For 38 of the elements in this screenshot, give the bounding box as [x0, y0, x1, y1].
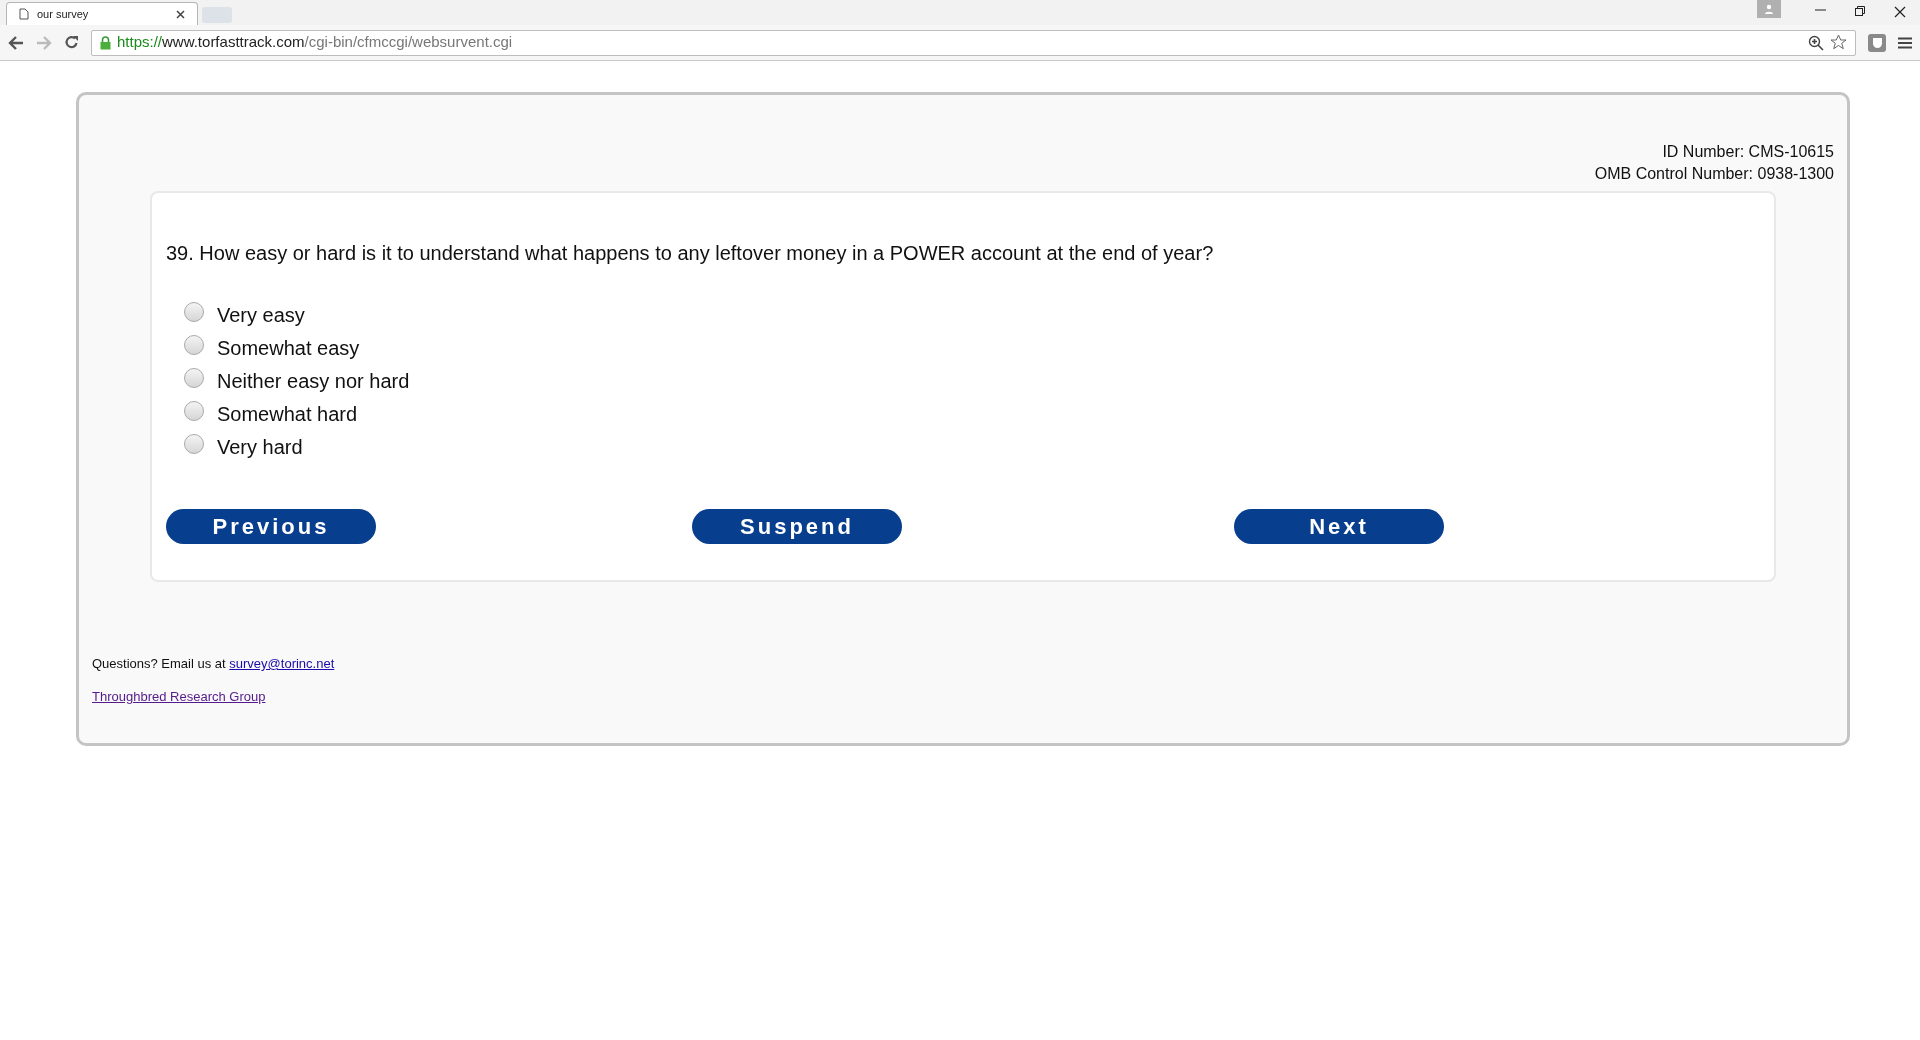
- option-label[interactable]: Very easy: [217, 299, 305, 330]
- option-label[interactable]: Somewhat easy: [217, 332, 360, 363]
- option-label[interactable]: Very hard: [217, 431, 303, 462]
- nav-button[interactable]: Previous: [166, 509, 376, 544]
- question-text: 39. How easy or hard is it to understand what happens to any leftover money in a POWER account at the end of year?: [166, 241, 1215, 266]
- minimize-icon[interactable]: [1815, 8, 1827, 12]
- close-icon[interactable]: [176, 9, 185, 19]
- address-bar[interactable]: https://www.torfasttrack.com/cgi-bin/cfmccgi/websurvent.cgi: [91, 29, 1856, 56]
- contact-text: Questions? Email us at survey@torinc.net: [92, 655, 336, 673]
- form-id-text: ID Number: CMS-10615: [1662, 142, 1834, 162]
- organization-link[interactable]: Throughbred Research Group: [92, 686, 266, 706]
- radio-button[interactable]: [184, 367, 204, 388]
- profile-button[interactable]: [1757, 0, 1781, 18]
- forward-icon[interactable]: [36, 35, 52, 50]
- star-icon[interactable]: [1830, 34, 1847, 51]
- page-icon: [19, 8, 29, 20]
- zoom-icon[interactable]: [1808, 34, 1824, 51]
- option-label[interactable]: Neither easy nor hard: [217, 365, 410, 396]
- nav-button[interactable]: Suspend: [692, 509, 902, 544]
- back-icon[interactable]: [8, 35, 24, 50]
- radio-button[interactable]: [184, 433, 204, 454]
- person-icon: [1764, 4, 1774, 14]
- radio-button[interactable]: [184, 301, 204, 322]
- email-link[interactable]: survey@torinc.net: [229, 656, 335, 671]
- option-label[interactable]: Somewhat hard: [217, 398, 358, 429]
- tab-title: our survey: [37, 6, 89, 22]
- browser-tab[interactable]: our survey: [6, 2, 198, 25]
- reload-icon[interactable]: [64, 35, 79, 50]
- form-id-text: OMB Control Number: 0938-1300: [1594, 164, 1834, 184]
- url-text: https://www.torfasttrack.com/cgi-bin/cfmccgi/websurvent.cgi: [117, 32, 513, 53]
- nav-button[interactable]: Next: [1234, 509, 1444, 544]
- radio-button[interactable]: [184, 400, 204, 421]
- radio-button[interactable]: [184, 334, 204, 355]
- lock-icon: [100, 35, 111, 50]
- restore-icon[interactable]: [1855, 6, 1866, 17]
- menu-icon[interactable]: [1898, 36, 1912, 49]
- extension-icon[interactable]: [1868, 33, 1886, 52]
- close-icon[interactable]: [1894, 6, 1906, 18]
